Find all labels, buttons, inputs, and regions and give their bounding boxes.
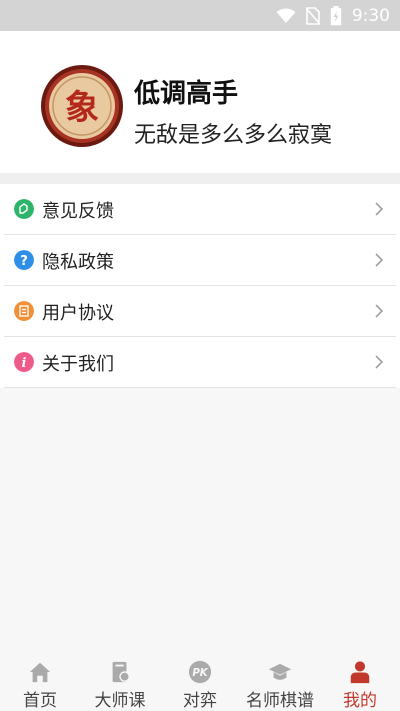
settings-menu: 意见反馈 ? 隐私政策 用户协议 i 关于我们 [0,184,400,388]
wifi-icon [276,8,296,23]
document-icon [14,301,34,321]
feedback-icon [14,199,34,219]
person-icon [350,661,370,684]
pk-icon: PK [188,660,212,684]
menu-item-label: 隐私政策 [42,252,114,273]
svg-text:PK: PK [192,668,208,679]
svg-text:?: ? [20,254,28,269]
chevron-right-icon [375,202,384,216]
menu-item-feedback[interactable]: 意见反馈 [4,184,396,235]
menu-item-label: 用户协议 [42,303,114,324]
tab-label: 名师棋谱 [246,691,314,711]
user-name: 低调高手 [134,79,239,109]
tab-master-games[interactable]: 名师棋谱 [240,655,320,711]
no-sim-icon [305,7,320,25]
info-icon: i [14,352,34,372]
menu-item-privacy-policy[interactable]: ? 隐私政策 [4,235,396,286]
avatar[interactable]: 象 [40,64,124,148]
tab-label: 对弈 [183,691,217,711]
svg-text:i: i [22,356,27,371]
course-icon [112,661,130,683]
profile-header: 象 低调高手 无敌是多么多么寂寞 [0,31,400,173]
battery-charging-icon [330,6,342,26]
avatar-glyph: 象 [65,88,99,128]
tab-home[interactable]: 首页 [0,655,80,711]
status-icons: 9:30 [276,4,390,28]
menu-item-label: 关于我们 [42,354,114,375]
chevron-right-icon [375,355,384,369]
tab-label: 我的 [343,691,377,711]
menu-item-user-agreement[interactable]: 用户协议 [4,286,396,337]
chevron-right-icon [375,304,384,318]
tab-play[interactable]: PK 对弈 [160,655,240,711]
chevron-right-icon [375,253,384,267]
status-time: 9:30 [351,6,390,26]
menu-item-about-us[interactable]: i 关于我们 [4,337,396,388]
user-motto: 无敌是多么多么寂寞 [134,123,333,148]
tab-master-course[interactable]: 大师课 [80,655,160,711]
status-bar: 9:30 [0,0,400,31]
tab-mine[interactable]: 我的 [320,655,400,711]
question-icon: ? [14,250,34,270]
bottom-tab-bar: 首页 大师课 PK 对弈 名师棋谱 我的 [0,655,400,711]
section-divider [0,173,400,184]
graduation-cap-icon [268,663,292,680]
menu-item-label: 意见反馈 [42,201,114,222]
home-icon [29,662,51,683]
tab-label: 首页 [23,691,57,711]
tab-label: 大师课 [94,691,146,711]
